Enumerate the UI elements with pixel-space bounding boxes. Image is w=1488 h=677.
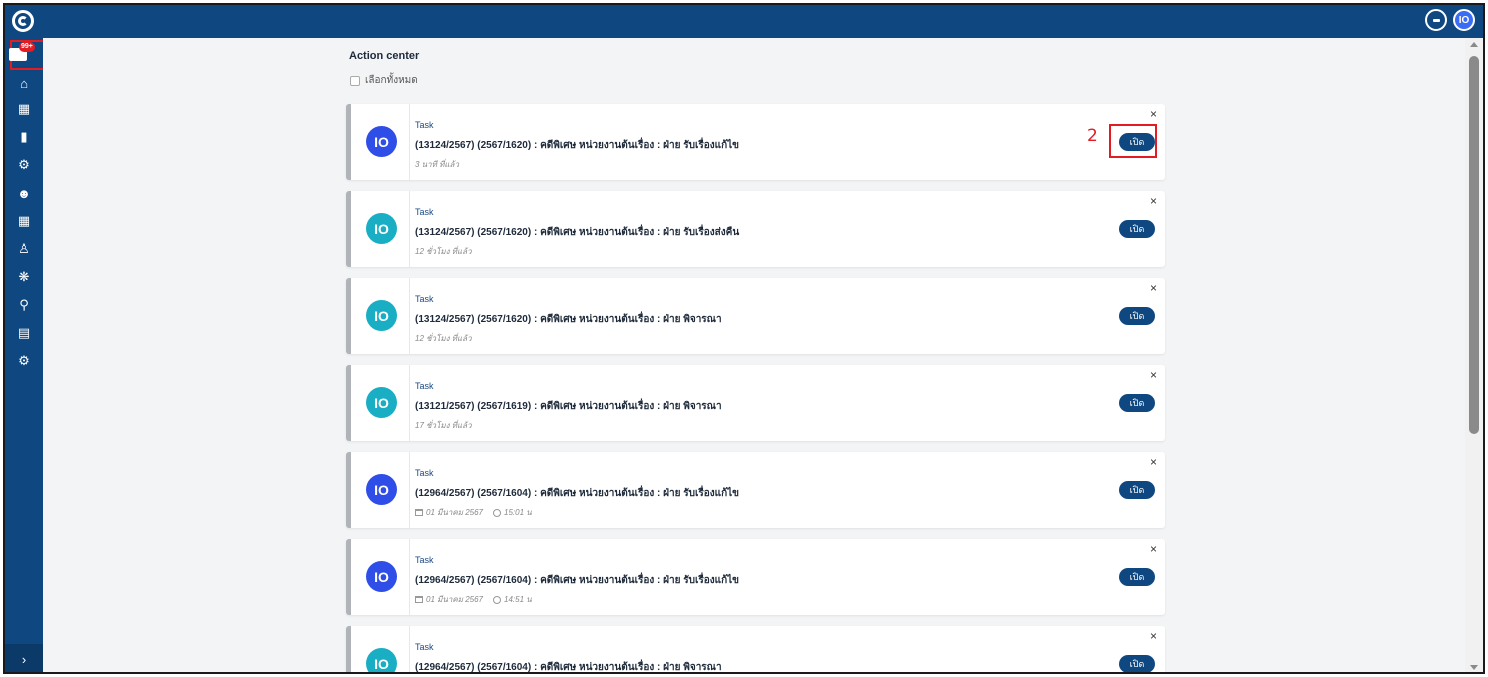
chart-icon[interactable]: ▤: [5, 322, 43, 344]
task-datetime: 01 มีนาคม 2567 14:51 น: [415, 593, 532, 606]
task-time: 12 ชั่วโมง ที่แล้ว: [415, 247, 472, 256]
task-text[interactable]: (12964/2567) (2567/1604) : คดีพิเศษ หน่ว…: [415, 660, 722, 672]
user-icon[interactable]: ☻: [5, 182, 43, 204]
app-frame: IO 99+ ⌂ ▦ ▮ ⚙ ☻ ▦ ♙ ❋ ⚲ ▤ ⚙ › 1 Action …: [3, 3, 1485, 674]
notification-badge: 99+: [19, 42, 35, 52]
task-card: IO Task (12964/2567) (2567/1604) : คดีพิ…: [346, 452, 1165, 528]
task-avatar: IO: [366, 387, 397, 418]
task-text[interactable]: (12964/2567) (2567/1604) : คดีพิเศษ หน่ว…: [415, 573, 739, 588]
close-icon[interactable]: ×: [1150, 455, 1157, 469]
task-time: 17 ชั่วโมง ที่แล้ว: [415, 421, 472, 430]
app-logo-icon[interactable]: [12, 10, 34, 32]
task-card: IO Task (12964/2567) (2567/1604) : คดีพิ…: [346, 626, 1165, 672]
close-icon[interactable]: ×: [1150, 629, 1157, 643]
task-text[interactable]: (13124/2567) (2567/1620) : คดีพิเศษ หน่ว…: [415, 138, 739, 153]
task-type: Task: [415, 642, 434, 652]
open-button-highlight-box: [1109, 124, 1157, 158]
task-time: 3 นาที ที่แล้ว: [415, 160, 459, 169]
task-card: IO Task (13124/2567) (2567/1620) : คดีพิ…: [346, 278, 1165, 354]
gears-icon[interactable]: ⚙: [5, 350, 43, 372]
close-icon[interactable]: ×: [1150, 194, 1157, 208]
org-icon[interactable]: ❋: [5, 266, 43, 288]
layers-icon[interactable]: ▦: [5, 98, 43, 120]
home-icon[interactable]: ⌂: [5, 72, 43, 94]
open-button[interactable]: เปิด: [1119, 568, 1155, 586]
open-button[interactable]: เปิด: [1119, 655, 1155, 672]
close-icon[interactable]: ×: [1150, 107, 1157, 121]
task-type: Task: [415, 294, 434, 304]
task-avatar: IO: [366, 213, 397, 244]
close-icon[interactable]: ×: [1150, 542, 1157, 556]
task-type: Task: [415, 120, 434, 130]
task-avatar: IO: [366, 126, 397, 157]
scroll-up-icon[interactable]: [1470, 42, 1478, 47]
task-avatar: IO: [366, 300, 397, 331]
task-card: IO Task (13121/2567) (2567/1619) : คดีพิ…: [346, 365, 1165, 441]
search-icon[interactable]: ⚲: [5, 294, 43, 316]
task-text[interactable]: (13124/2567) (2567/1620) : คดีพิเศษ หน่ว…: [415, 225, 739, 240]
grid-icon[interactable]: ▦: [5, 210, 43, 232]
vertical-scrollbar[interactable]: [1465, 38, 1483, 672]
clock-icon: [493, 595, 501, 604]
select-all-checkbox[interactable]: [350, 75, 360, 86]
task-card: IO Task (12964/2567) (2567/1604) : คดีพิ…: [346, 539, 1165, 615]
task-type: Task: [415, 555, 434, 565]
task-avatar: IO: [366, 474, 397, 505]
clock-icon: [493, 508, 501, 517]
open-button[interactable]: เปิด: [1119, 220, 1155, 238]
page-title: Action center: [349, 50, 420, 62]
task-avatar: IO: [366, 648, 397, 672]
calendar-icon: [415, 509, 423, 516]
select-all-row[interactable]: เลือกทั้งหมด: [350, 73, 418, 88]
main-content: Action center เลือกทั้งหมด IO Task (1312…: [43, 38, 1465, 672]
sidebar-expand-button[interactable]: ›: [5, 644, 43, 672]
chat-icon[interactable]: [1425, 9, 1447, 31]
task-type: Task: [415, 207, 434, 217]
task-card: IO Task (13124/2567) (2567/1620) : คดีพิ…: [346, 191, 1165, 267]
task-type: Task: [415, 381, 434, 391]
task-text[interactable]: (13121/2567) (2567/1619) : คดีพิเศษ หน่ว…: [415, 399, 722, 414]
task-card: IO Task (13124/2567) (2567/1620) : คดีพิ…: [346, 104, 1165, 180]
close-icon[interactable]: ×: [1150, 368, 1157, 382]
user-avatar[interactable]: IO: [1453, 9, 1475, 31]
scroll-down-icon[interactable]: [1470, 665, 1478, 670]
task-avatar: IO: [366, 561, 397, 592]
open-button[interactable]: เปิด: [1119, 481, 1155, 499]
document-icon[interactable]: ▮: [5, 126, 43, 148]
task-text[interactable]: (12964/2567) (2567/1604) : คดีพิเศษ หน่ว…: [415, 486, 739, 501]
select-all-label: เลือกทั้งหมด: [365, 75, 418, 86]
task-time: 12 ชั่วโมง ที่แล้ว: [415, 334, 472, 343]
group-icon[interactable]: ♙: [5, 238, 43, 260]
sidebar-item-action-center[interactable]: 99+: [5, 40, 43, 70]
open-button[interactable]: เปิด: [1119, 394, 1155, 412]
open-button[interactable]: เปิด: [1119, 307, 1155, 325]
close-icon[interactable]: ×: [1150, 281, 1157, 295]
top-right-controls: IO: [1425, 9, 1475, 31]
task-text[interactable]: (13124/2567) (2567/1620) : คดีพิเศษ หน่ว…: [415, 312, 722, 327]
scrollbar-thumb[interactable]: [1469, 56, 1479, 434]
top-bar: IO: [5, 5, 1483, 38]
task-datetime: 01 มีนาคม 2567 15:01 น: [415, 506, 532, 519]
calendar-icon: [415, 596, 423, 603]
sidebar: 99+ ⌂ ▦ ▮ ⚙ ☻ ▦ ♙ ❋ ⚲ ▤ ⚙ ›: [5, 38, 50, 672]
task-type: Task: [415, 468, 434, 478]
settings-icon[interactable]: ⚙: [5, 154, 43, 176]
annotation-2: 2: [1087, 126, 1098, 146]
